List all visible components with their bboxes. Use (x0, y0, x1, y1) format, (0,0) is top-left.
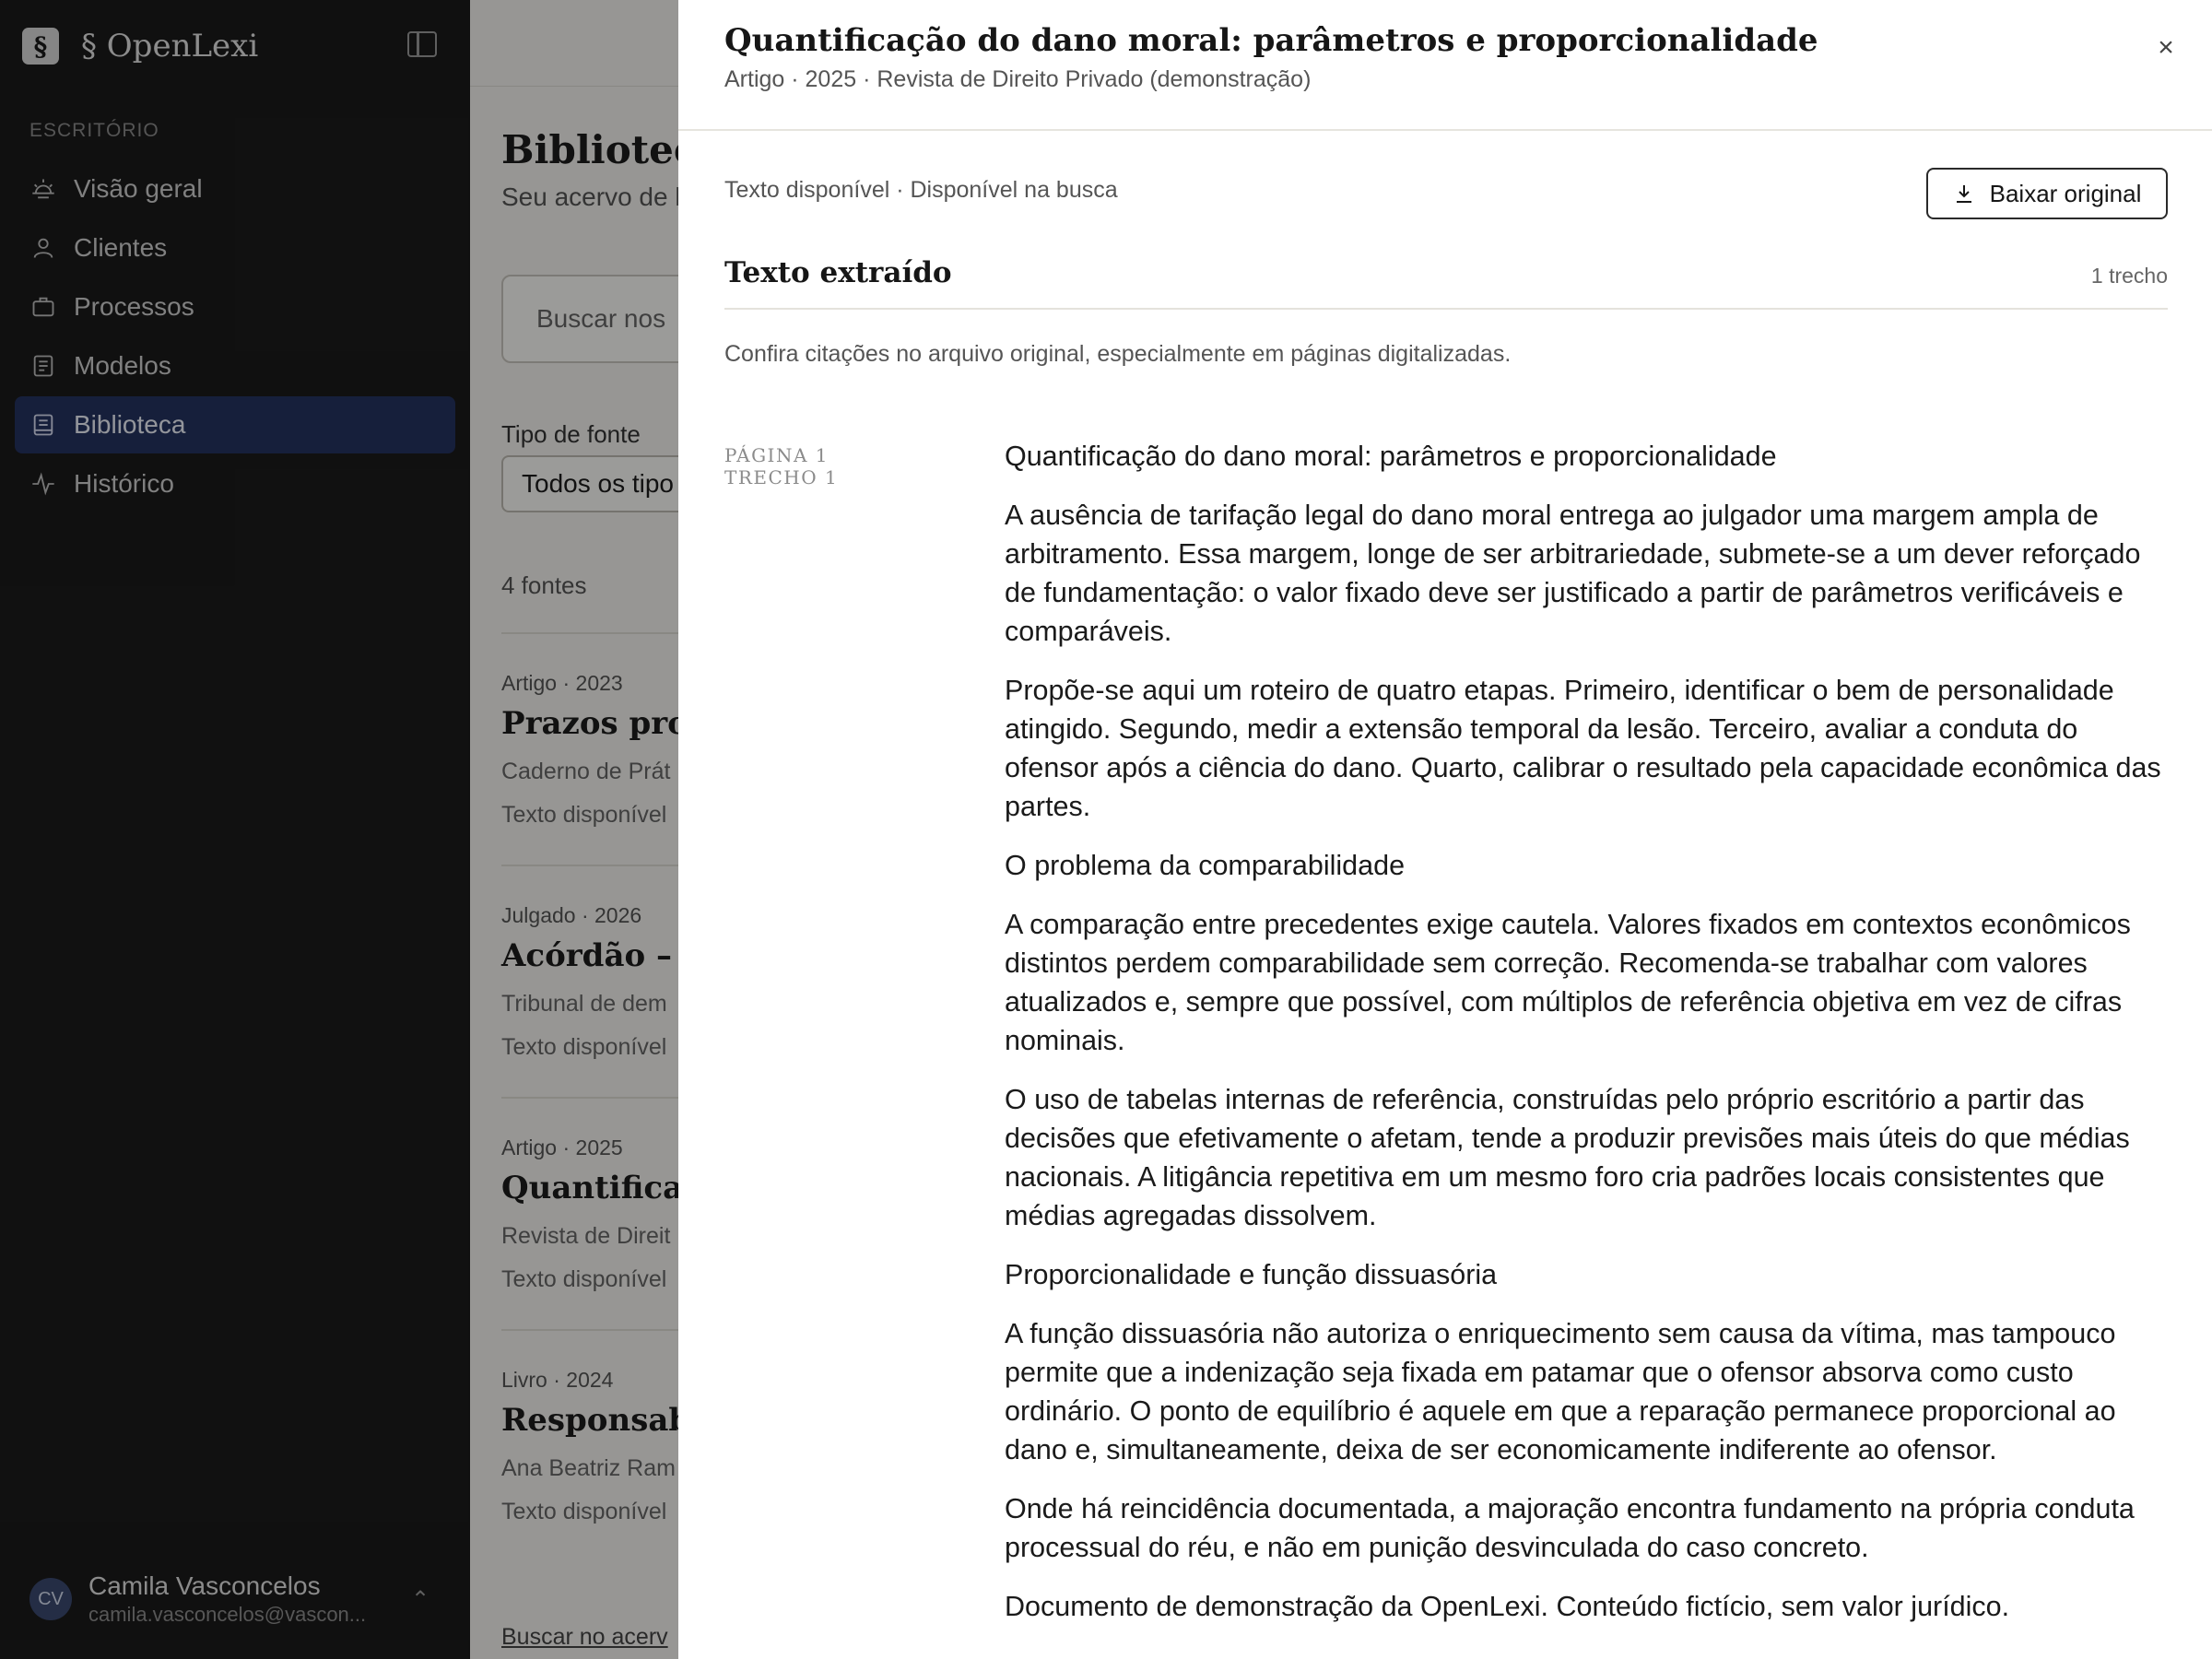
section-title: Texto extraído (724, 256, 952, 289)
excerpt-paragraph: A comparação entre precedentes exige cau… (1005, 909, 2131, 1056)
excerpt-text: Quantificação do dano moral: parâmetros … (1005, 437, 2175, 1646)
drawer-title: Quantificação do dano moral: parâmetros … (724, 22, 1818, 59)
excerpt-paragraph: A ausência de tarifação legal do dano mo… (1005, 500, 2141, 647)
excerpt-location: PÁGINA 1 TRECHO 1 (724, 444, 838, 488)
drawer-header: Quantificação do dano moral: parâmetros … (678, 0, 2212, 131)
excerpt-paragraph: A função dissuasória não autoriza o enri… (1005, 1318, 2116, 1465)
chunk-label: TRECHO 1 (724, 466, 839, 488)
citation-notice: Confira citações no arquivo original, es… (724, 341, 1512, 367)
page-label: PÁGINA 1 (724, 444, 829, 466)
download-label: Baixar original (1989, 179, 2142, 207)
excerpt-paragraph: Proporcionalidade e função dissuasória (1005, 1259, 1498, 1290)
excerpt-paragraph: O uso de tabelas internas de referência,… (1005, 1084, 2130, 1231)
download-original-button[interactable]: Baixar original (1926, 168, 2168, 219)
availability-status: Texto disponível · Disponível na busca (724, 177, 1118, 203)
download-icon (1956, 185, 1971, 203)
excerpt-paragraph: Quantificação do dano moral: parâmetros … (1005, 441, 1777, 472)
excerpt-paragraph: O problema da comparabilidade (1005, 850, 1406, 881)
excerpt-paragraph: Onde há reincidência documentada, a majo… (1005, 1493, 2135, 1563)
drawer-subtitle: Artigo · 2025 · Revista de Direito Priva… (724, 66, 1312, 92)
excerpt-paragraph: Propõe-se aqui um roteiro de quatro etap… (1005, 675, 2161, 822)
chunk-count: 1 trecho (2090, 264, 2168, 288)
close-icon[interactable]: × (2149, 31, 2183, 65)
excerpt-paragraph: Documento de demonstração da OpenLexi. C… (1005, 1591, 2010, 1622)
extracted-text-header: Texto extraído 1 trecho (724, 256, 2168, 310)
source-detail-drawer: Quantificação do dano moral: parâmetros … (678, 0, 2212, 1659)
